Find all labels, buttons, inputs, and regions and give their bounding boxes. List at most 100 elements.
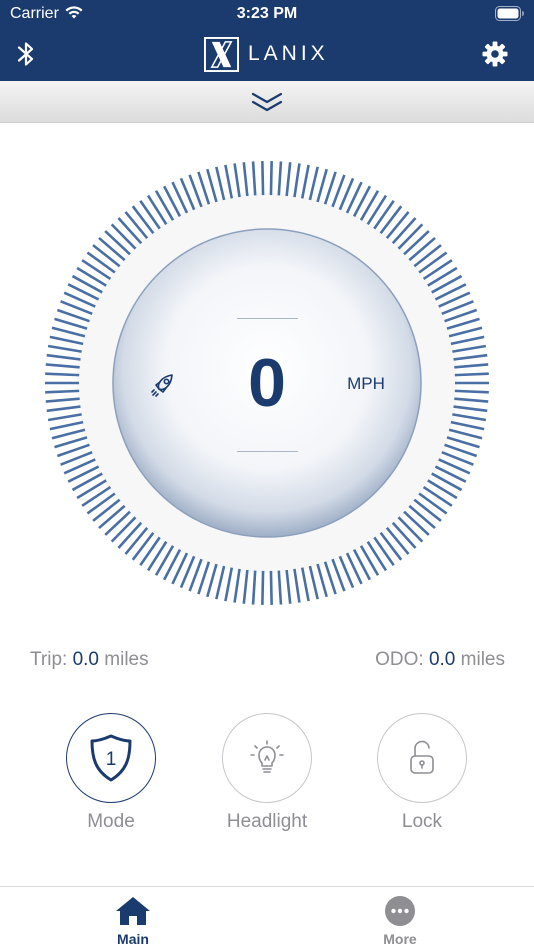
gauge-tick bbox=[308, 565, 319, 600]
gauge-tick bbox=[92, 498, 121, 522]
gauge-tick bbox=[47, 344, 82, 353]
gauge-tick bbox=[454, 389, 489, 394]
chevron-down-icon bbox=[251, 92, 283, 112]
gauge-tick bbox=[49, 335, 84, 346]
gauge-tick bbox=[49, 420, 84, 431]
gauge-tick bbox=[293, 163, 301, 198]
gauge-tick bbox=[92, 244, 121, 268]
gauge-tick bbox=[251, 161, 257, 196]
shield-icon: 1 bbox=[90, 734, 132, 782]
gauge-tick bbox=[206, 168, 218, 203]
gauge-tick bbox=[146, 541, 168, 572]
gauge-tick bbox=[76, 479, 107, 500]
gauge-tick bbox=[110, 516, 137, 543]
gauge-tick bbox=[81, 259, 112, 281]
brand-name: LANIX bbox=[248, 42, 329, 65]
gauge-tick bbox=[98, 236, 126, 262]
gauge-tick bbox=[86, 251, 116, 274]
home-icon bbox=[116, 897, 150, 925]
headlight-label: Headlight bbox=[226, 811, 308, 832]
gauge-tick bbox=[146, 194, 168, 225]
trip-unit: miles bbox=[104, 649, 149, 670]
gauge-tick bbox=[242, 162, 249, 197]
gauge-tick bbox=[366, 194, 388, 225]
mode-button[interactable]: 1 bbox=[66, 713, 156, 803]
status-time: 3:23 PM bbox=[236, 5, 298, 22]
battery-icon bbox=[495, 6, 525, 26]
gauge-tick bbox=[391, 521, 417, 549]
trip-label: Trip: bbox=[30, 649, 68, 670]
lock-control: Lock bbox=[367, 713, 477, 833]
gauge-tick bbox=[316, 563, 328, 598]
gauge-tick bbox=[448, 428, 483, 440]
gauge-tick bbox=[261, 161, 265, 196]
unlock-icon bbox=[410, 740, 434, 774]
speed-value: 0 bbox=[248, 345, 286, 421]
gauge-tick bbox=[385, 527, 410, 555]
settings-button[interactable] bbox=[479, 38, 511, 70]
gauge-tick bbox=[269, 570, 273, 605]
gauge-divider-top bbox=[237, 318, 298, 319]
lock-label: Lock bbox=[401, 811, 443, 832]
gauge-tick bbox=[139, 199, 161, 230]
gauge-tick bbox=[124, 211, 149, 239]
lock-button[interactable] bbox=[377, 713, 467, 803]
gauge-tick bbox=[285, 569, 292, 604]
gauge-tick bbox=[251, 570, 257, 605]
pull-down-handle[interactable] bbox=[0, 81, 534, 123]
gauge-tick bbox=[131, 205, 155, 235]
gauge-tick bbox=[308, 166, 319, 201]
gauge-tick bbox=[51, 326, 86, 338]
gauge-tick bbox=[413, 498, 442, 522]
gauge-tick bbox=[51, 428, 86, 440]
gauge-tick bbox=[359, 190, 380, 221]
gauge-tick bbox=[277, 570, 283, 605]
gauge-tick bbox=[285, 162, 292, 197]
bluetooth-button[interactable] bbox=[10, 38, 42, 70]
tab-more-label: More bbox=[383, 931, 417, 947]
odo-unit: miles bbox=[460, 649, 505, 670]
gauge-tick bbox=[104, 230, 131, 256]
odometer-distance: ODO: 0.0 miles bbox=[375, 649, 505, 671]
gauge-tick bbox=[427, 479, 458, 500]
gauge-tick bbox=[98, 504, 126, 530]
mode-control: 1 Mode bbox=[56, 713, 166, 833]
gauge-tick bbox=[418, 492, 448, 515]
gauge-tick bbox=[446, 436, 480, 449]
gauge-tick bbox=[45, 389, 80, 394]
gauge-tick bbox=[454, 363, 489, 369]
tab-more[interactable]: More bbox=[355, 895, 445, 947]
tab-bar: Main More bbox=[0, 886, 534, 950]
bluetooth-icon bbox=[17, 42, 34, 66]
trip-value: 0.0 bbox=[72, 649, 99, 670]
trip-distance: Trip: 0.0 miles bbox=[30, 649, 149, 671]
gauge-tick bbox=[453, 405, 488, 413]
gauge-tick bbox=[448, 326, 483, 338]
gauge-tick bbox=[316, 168, 328, 203]
gauge-tick bbox=[391, 217, 417, 245]
gauge-tick bbox=[242, 569, 249, 604]
gauge-tick bbox=[47, 413, 82, 422]
more-icon bbox=[385, 896, 415, 926]
gauge-tick bbox=[385, 211, 410, 239]
gauge-tick bbox=[452, 344, 487, 353]
gauge-tick bbox=[427, 266, 458, 287]
gauge-tick bbox=[224, 164, 234, 199]
gauge-tick bbox=[366, 541, 388, 572]
tab-main[interactable]: Main bbox=[88, 895, 178, 947]
gauge-tick bbox=[450, 420, 485, 431]
headlight-control: Headlight bbox=[212, 713, 322, 833]
gear-icon bbox=[482, 41, 508, 67]
headlight-button[interactable] bbox=[222, 713, 312, 803]
gauge-tick bbox=[269, 161, 273, 196]
app-header: Carrier 3:23 PM LANIX bbox=[0, 0, 534, 81]
gauge-tick bbox=[124, 527, 149, 555]
gauge-tick bbox=[397, 223, 424, 250]
odo-value: 0.0 bbox=[428, 649, 456, 670]
gauge-tick bbox=[110, 223, 137, 250]
gauge-tick bbox=[54, 436, 88, 449]
nav-bar: LANIX bbox=[0, 28, 534, 81]
gauge-tick bbox=[154, 190, 175, 221]
gauge-tick bbox=[359, 545, 380, 576]
gauge-tick bbox=[86, 492, 116, 515]
